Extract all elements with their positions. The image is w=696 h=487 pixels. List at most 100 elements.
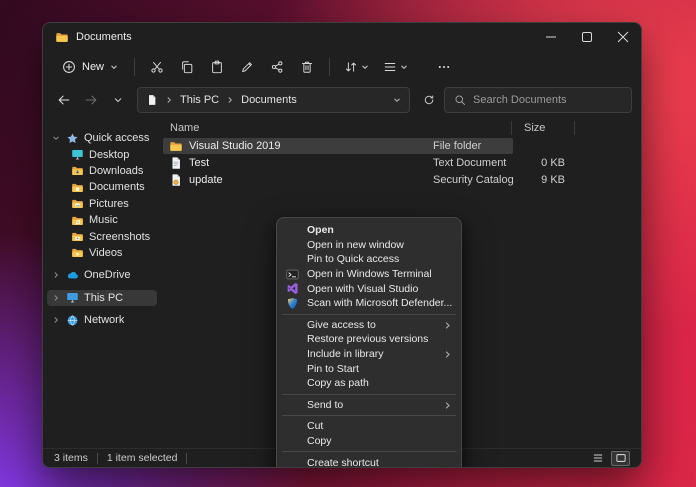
- sidebar-item-screenshots[interactable]: Screenshots: [47, 228, 157, 244]
- security-catalog-icon: [169, 173, 183, 187]
- more-options-button[interactable]: [429, 54, 459, 80]
- refresh-button[interactable]: [417, 88, 441, 112]
- menu-item-open-in-new-window[interactable]: Open in new window: [277, 238, 461, 253]
- windows-terminal-icon: [286, 268, 299, 281]
- recent-locations-button[interactable]: [106, 88, 130, 112]
- sidebar-item-videos[interactable]: Videos: [47, 245, 157, 261]
- chevron-right-icon: [51, 316, 61, 324]
- chevron-right-icon: [226, 96, 234, 104]
- file-row-visual-studio-2019[interactable]: Visual Studio 2019 File folder: [161, 138, 641, 155]
- column-header-name[interactable]: Name: [170, 122, 199, 134]
- menu-item-copy[interactable]: Copy: [277, 434, 461, 449]
- sort-icon: [344, 60, 358, 74]
- column-header-size[interactable]: Size: [524, 122, 545, 134]
- menu-item-scan-with-defender[interactable]: Scan with Microsoft Defender...: [277, 296, 461, 311]
- videos-folder-icon: [71, 246, 84, 259]
- window-title: Documents: [76, 31, 132, 43]
- share-button[interactable]: [262, 54, 292, 80]
- sidebar-item-this-pc[interactable]: This PC: [47, 290, 157, 306]
- menu-item-create-shortcut[interactable]: Create shortcut: [277, 455, 461, 468]
- rename-button[interactable]: [232, 54, 262, 80]
- chevron-right-icon: [165, 96, 173, 104]
- minimize-button[interactable]: [533, 23, 569, 51]
- menu-item-give-access-to[interactable]: Give access to: [277, 318, 461, 333]
- menu-item-send-to[interactable]: Send to: [277, 398, 461, 413]
- menu-item-include-in-library[interactable]: Include in library: [277, 347, 461, 362]
- this-pc-monitor-icon: [66, 291, 79, 304]
- menu-item-copy-as-path[interactable]: Copy as path: [277, 376, 461, 391]
- back-arrow-icon: [57, 93, 71, 107]
- paste-button[interactable]: [202, 54, 232, 80]
- status-divider: [97, 453, 98, 464]
- search-input[interactable]: [473, 94, 622, 106]
- menu-item-pin-to-start[interactable]: Pin to Start: [277, 361, 461, 376]
- column-divider[interactable]: [574, 121, 575, 135]
- sidebar-item-documents[interactable]: Documents: [47, 179, 157, 195]
- sidebar-item-network[interactable]: Network: [47, 312, 157, 328]
- network-globe-icon: [66, 314, 79, 327]
- sidebar-item-label: Screenshots: [89, 231, 150, 243]
- new-button-label: New: [82, 61, 104, 73]
- view-button[interactable]: [376, 54, 415, 80]
- clipboard-icon: [210, 60, 224, 74]
- star-icon: [66, 132, 79, 145]
- details-view-button[interactable]: [588, 451, 607, 466]
- screenshots-folder-icon: [71, 230, 84, 243]
- sidebar-item-label: Network: [84, 314, 124, 326]
- ellipsis-icon: [437, 60, 451, 74]
- search-box[interactable]: [444, 87, 632, 113]
- forward-button[interactable]: [79, 88, 103, 112]
- chevron-down-icon: [361, 63, 369, 71]
- sidebar-item-desktop[interactable]: Desktop: [47, 146, 157, 162]
- breadcrumb[interactable]: This PC Documents: [137, 87, 410, 113]
- sidebar-item-music[interactable]: Music: [47, 212, 157, 228]
- sidebar-item-onedrive[interactable]: OneDrive: [47, 267, 157, 283]
- sidebar-item-pictures[interactable]: Pictures: [47, 196, 157, 212]
- column-divider[interactable]: [511, 121, 512, 135]
- file-name: update: [189, 174, 223, 186]
- chevron-down-icon: [400, 63, 408, 71]
- close-button[interactable]: [605, 23, 641, 51]
- submenu-arrow-icon: [443, 321, 452, 330]
- file-row-update[interactable]: update Security Catalog 9 KB: [161, 172, 641, 189]
- sidebar-item-label: Documents: [89, 181, 145, 193]
- sort-button[interactable]: [337, 54, 376, 80]
- details-view-icon: [592, 452, 604, 464]
- thumbnail-view-button[interactable]: [611, 451, 630, 466]
- file-row-test[interactable]: Test Text Document 0 KB: [161, 155, 641, 172]
- new-chevron-icon: [110, 63, 118, 71]
- menu-item-label: Include in library: [307, 348, 383, 360]
- sidebar-item-downloads[interactable]: Downloads: [47, 163, 157, 179]
- address-dropdown-icon[interactable]: [393, 96, 401, 104]
- menu-item-restore-previous-versions[interactable]: Restore previous versions: [277, 332, 461, 347]
- desktop-icon: [71, 148, 84, 161]
- copy-button[interactable]: [172, 54, 202, 80]
- delete-button[interactable]: [292, 54, 322, 80]
- menu-item-pin-to-quick-access[interactable]: Pin to Quick access: [277, 252, 461, 267]
- file-name: Test: [189, 157, 209, 169]
- menu-item-label: Restore previous versions: [307, 333, 428, 345]
- new-button[interactable]: New: [53, 54, 127, 80]
- breadcrumb-this-pc[interactable]: This PC: [180, 94, 219, 106]
- cut-button[interactable]: [142, 54, 172, 80]
- back-button[interactable]: [52, 88, 76, 112]
- maximize-button[interactable]: [569, 23, 605, 51]
- forward-arrow-icon: [84, 93, 98, 107]
- status-divider: [186, 453, 187, 464]
- downloads-folder-icon: [71, 164, 84, 177]
- titlebar[interactable]: Documents: [43, 23, 641, 51]
- pictures-folder-icon: [71, 197, 84, 210]
- menu-item-cut[interactable]: Cut: [277, 419, 461, 434]
- menu-item-open-with-visual-studio[interactable]: Open with Visual Studio: [277, 281, 461, 296]
- sidebar-item-label: Music: [89, 214, 118, 226]
- submenu-arrow-icon: [443, 401, 452, 410]
- menu-item-open[interactable]: Open: [277, 223, 461, 238]
- menu-item-label: Send to: [307, 399, 343, 411]
- menu-separator: [282, 314, 456, 315]
- sidebar-item-quick-access[interactable]: Quick access: [47, 130, 157, 146]
- sidebar-section-gap: [43, 284, 161, 290]
- location-icon: [146, 94, 158, 106]
- breadcrumb-documents[interactable]: Documents: [241, 94, 297, 106]
- menu-item-open-in-windows-terminal[interactable]: Open in Windows Terminal: [277, 267, 461, 282]
- text-document-icon: [169, 156, 183, 170]
